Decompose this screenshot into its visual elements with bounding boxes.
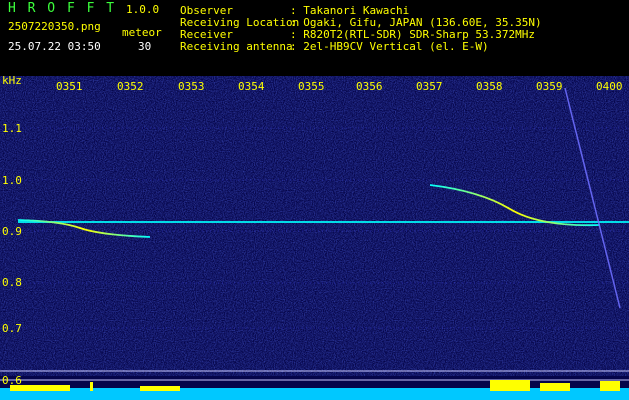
y-tick-0-6: 0.6 <box>2 374 22 387</box>
app-name: H R O F F T <box>8 1 117 16</box>
y-unit: kHz <box>2 74 22 87</box>
x-tick-0351: 0351 <box>56 80 83 93</box>
app-version: 1.0.0 <box>126 3 160 16</box>
y-tick-1-1: 1.1 <box>2 122 22 135</box>
x-tick-0353: 0353 <box>178 80 205 93</box>
mode-label: meteor <box>122 26 162 39</box>
spectrogram <box>0 76 629 400</box>
date-time: 25.07.22 03:50 <box>8 40 101 53</box>
x-tick-0358: 0358 <box>476 80 503 93</box>
y-tick-0-9: 0.9 <box>2 225 22 238</box>
file-name: 2507220350.png <box>8 20 101 33</box>
x-tick-0356: 0356 <box>356 80 383 93</box>
y-tick-0-8: 0.8 <box>2 276 22 289</box>
noise-texture <box>0 76 629 376</box>
info-label-antenna: Receiving antenna <box>180 40 293 53</box>
level-bar <box>0 388 629 400</box>
y-tick-0-7: 0.7 <box>2 322 22 335</box>
x-tick-0357: 0357 <box>416 80 443 93</box>
header-panel: H R O F F T 1.0.0 2507220350.png meteor … <box>0 0 629 76</box>
x-tick-0354: 0354 <box>238 80 265 93</box>
mode-value: 30 <box>138 40 152 53</box>
x-tick-0352: 0352 <box>117 80 144 93</box>
y-tick-1-0: 1.0 <box>2 174 22 187</box>
x-tick-0400: 0400 <box>596 80 623 93</box>
info-value-antenna: : 2el-HB9CV Vertical (el. E-W) <box>290 40 489 53</box>
x-tick-0359: 0359 <box>536 80 563 93</box>
x-tick-0355: 0355 <box>298 80 325 93</box>
